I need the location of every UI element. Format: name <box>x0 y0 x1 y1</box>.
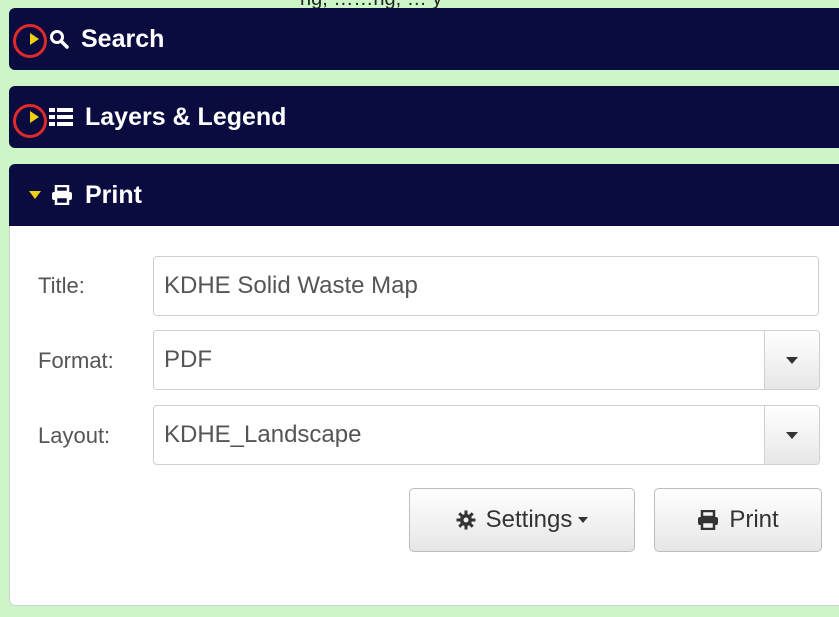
print-button-label: Print <box>729 506 779 533</box>
settings-button[interactable]: Settings <box>409 488 635 552</box>
settings-button-label: Settings <box>485 506 573 533</box>
list-icon <box>49 107 73 127</box>
format-label: Format: <box>38 348 114 373</box>
caret-down-icon <box>29 191 41 199</box>
search-icon <box>49 29 69 49</box>
format-dropdown-button[interactable] <box>764 330 820 390</box>
chevron-down-icon <box>786 431 798 439</box>
title-label: Title: <box>38 273 85 298</box>
gear-icon <box>456 510 476 530</box>
highlight-ring-search <box>13 24 47 58</box>
layers-legend-panel-header[interactable]: Layers & Legend <box>9 86 839 148</box>
layout-dropdown-button[interactable] <box>764 405 820 465</box>
caret-down-icon <box>578 517 589 523</box>
print-button[interactable]: Print <box>654 488 822 552</box>
highlight-ring-layers <box>13 104 47 138</box>
chevron-down-icon <box>786 356 798 364</box>
printer-icon <box>697 510 719 530</box>
print-panel-header[interactable]: Print <box>9 164 839 226</box>
search-panel-title: Search <box>81 24 165 53</box>
print-panel-title: Print <box>85 180 142 209</box>
layers-legend-panel-title: Layers & Legend <box>85 102 287 131</box>
title-input[interactable]: KDHE Solid Waste Map <box>153 256 819 316</box>
layout-label: Layout: <box>38 423 111 448</box>
printer-icon <box>51 185 73 205</box>
format-select[interactable]: PDF <box>153 330 765 390</box>
layout-select[interactable]: KDHE_Landscape <box>153 405 765 465</box>
search-panel-header[interactable]: Search <box>9 8 839 70</box>
